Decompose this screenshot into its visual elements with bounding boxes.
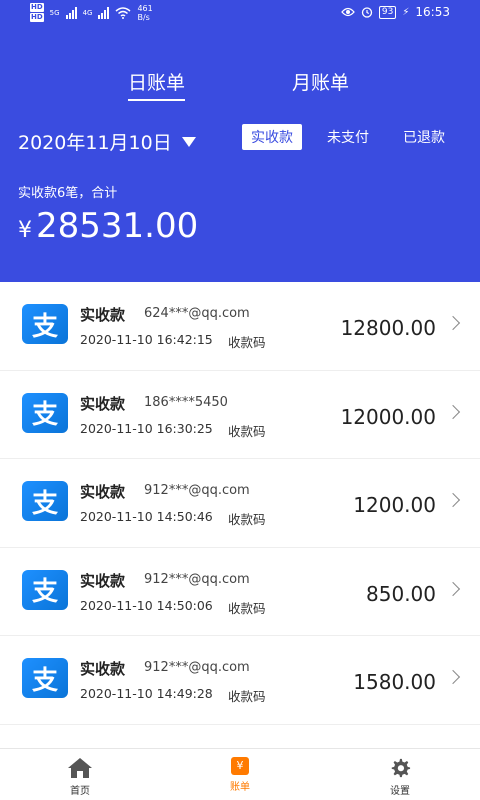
battery-level: 93: [378, 5, 397, 19]
transaction-title: 实收款: [80, 394, 126, 413]
transaction-row[interactable]: 支 实收款 186****5450 2020-11-10 16:30:25 收款…: [0, 371, 480, 459]
chevron-right-icon: [445, 315, 461, 331]
alipay-icon: 支: [22, 481, 68, 521]
transaction-account: 912***@qq.com: [144, 483, 250, 498]
transaction-time: 2020-11-10 16:42:15: [80, 332, 213, 347]
transaction-amount: 1200.00: [353, 493, 436, 517]
transaction-method: 收款码: [228, 600, 266, 616]
signal-icon-2: [98, 7, 110, 19]
sim2-label: 4G: [82, 9, 93, 17]
transaction-row[interactable]: 支 实收款 912***@qq.com 2020-11-10 14:50:06 …: [0, 548, 480, 636]
nav-home-label: 首页: [70, 786, 90, 797]
transaction-amount: 1580.00: [353, 670, 436, 694]
summary-label: 实收款6笔，合计: [18, 186, 118, 201]
charging-icon: ⚡: [402, 6, 410, 18]
alipay-icon: 支: [22, 658, 68, 698]
transaction-amount: 850.00: [366, 581, 436, 606]
status-time: 16:53: [415, 5, 450, 19]
transaction-account: 912***@qq.com: [144, 660, 250, 675]
transaction-method: 收款码: [228, 423, 266, 439]
transaction-time: 2020-11-10 14:49:28: [80, 686, 213, 701]
transaction-row[interactable]: 支 实收款 624***@qq.com 2020-11-10 16:42:15 …: [0, 282, 480, 371]
transaction-time: 2020-11-10 16:30:25: [80, 420, 213, 436]
transaction-account: 912***@qq.com: [144, 571, 250, 587]
nav-bill[interactable]: ¥ 账单: [210, 757, 270, 793]
transaction-time: 2020-11-10 14:50:46: [80, 509, 213, 524]
caret-down-icon: [181, 136, 196, 147]
transaction-method: 收款码: [228, 689, 266, 704]
alarm-icon: [361, 7, 373, 18]
transaction-row[interactable]: 支 实收款 912***@qq.com 2020-11-10 14:50:46 …: [0, 459, 480, 548]
hd-badge-1: HD: [30, 3, 44, 12]
transaction-time: 2020-11-10 14:50:06: [80, 597, 213, 613]
transaction-account: 624***@qq.com: [144, 306, 250, 321]
status-bar-right: 93 ⚡ 16:53: [341, 5, 450, 19]
transaction-title: 实收款: [80, 483, 126, 501]
nav-settings[interactable]: 设置: [370, 757, 430, 797]
summary-amount: ¥ 28531.00: [18, 206, 198, 246]
home-icon: [68, 758, 92, 778]
tab-daily-bill[interactable]: 日账单: [128, 68, 186, 101]
transaction-list: 支 实收款 624***@qq.com 2020-11-10 16:42:15 …: [0, 282, 480, 725]
bill-tabs: 日账单 月账单: [0, 68, 480, 101]
eye-icon: [341, 7, 355, 17]
transaction-title: 实收款: [80, 571, 126, 590]
transaction-title: 实收款: [80, 660, 126, 678]
transaction-method: 收款码: [228, 512, 266, 527]
chevron-right-icon: [445, 492, 461, 508]
transaction-method: 收款码: [228, 335, 266, 350]
network-speed-value: 461: [137, 4, 153, 13]
status-filters: 实收款 未支付 已退款: [226, 124, 454, 150]
nav-settings-label: 设置: [390, 786, 410, 797]
currency-symbol: ¥: [18, 218, 32, 243]
bill-yuan-icon: ¥: [231, 757, 249, 775]
wifi-icon: [115, 7, 131, 19]
alipay-icon: 支: [22, 392, 68, 433]
filter-received[interactable]: 实收款: [242, 124, 302, 150]
network-speed: 461 B/s: [137, 4, 152, 22]
tab-monthly-bill[interactable]: 月账单: [292, 68, 349, 95]
nav-bill-label: 账单: [230, 782, 250, 793]
status-bar-left: HD HD 5G 4G 461 B/s: [30, 3, 153, 23]
date-picker[interactable]: 2020年11月10日: [18, 128, 196, 155]
gear-icon: [391, 758, 411, 778]
filter-refunded[interactable]: 已退款: [394, 124, 454, 150]
transaction-account: 186****5450: [144, 394, 228, 410]
alipay-icon: 支: [22, 569, 68, 610]
network-speed-unit: B/s: [137, 13, 150, 22]
summary-total: 28531.00: [36, 206, 199, 246]
chevron-right-icon: [445, 404, 461, 419]
nav-home[interactable]: 首页: [50, 757, 110, 797]
transaction-amount: 12000.00: [340, 404, 436, 429]
filter-unpaid[interactable]: 未支付: [318, 124, 378, 150]
bottom-nav: 首页 ¥ 账单 设置: [0, 748, 480, 800]
transaction-amount: 12800.00: [340, 316, 436, 340]
transaction-title: 实收款: [80, 306, 126, 324]
sim1-label: 5G: [49, 9, 60, 17]
alipay-icon: 支: [22, 304, 68, 344]
date-label: 2020年11月10日: [18, 132, 172, 154]
chevron-right-icon: [445, 581, 461, 596]
header: HD HD 5G 4G 461 B/s 93 ⚡ 16:53 日账单 月账单 2…: [0, 0, 480, 282]
chevron-right-icon: [445, 669, 461, 685]
hd-badges: HD HD: [30, 3, 44, 23]
hd-badge-2: HD: [30, 13, 44, 22]
signal-icon-1: [65, 7, 77, 19]
status-bar: HD HD 5G 4G 461 B/s 93 ⚡ 16:53: [0, 0, 480, 28]
transaction-row[interactable]: 支 实收款 912***@qq.com 2020-11-10 14:49:28 …: [0, 636, 480, 725]
